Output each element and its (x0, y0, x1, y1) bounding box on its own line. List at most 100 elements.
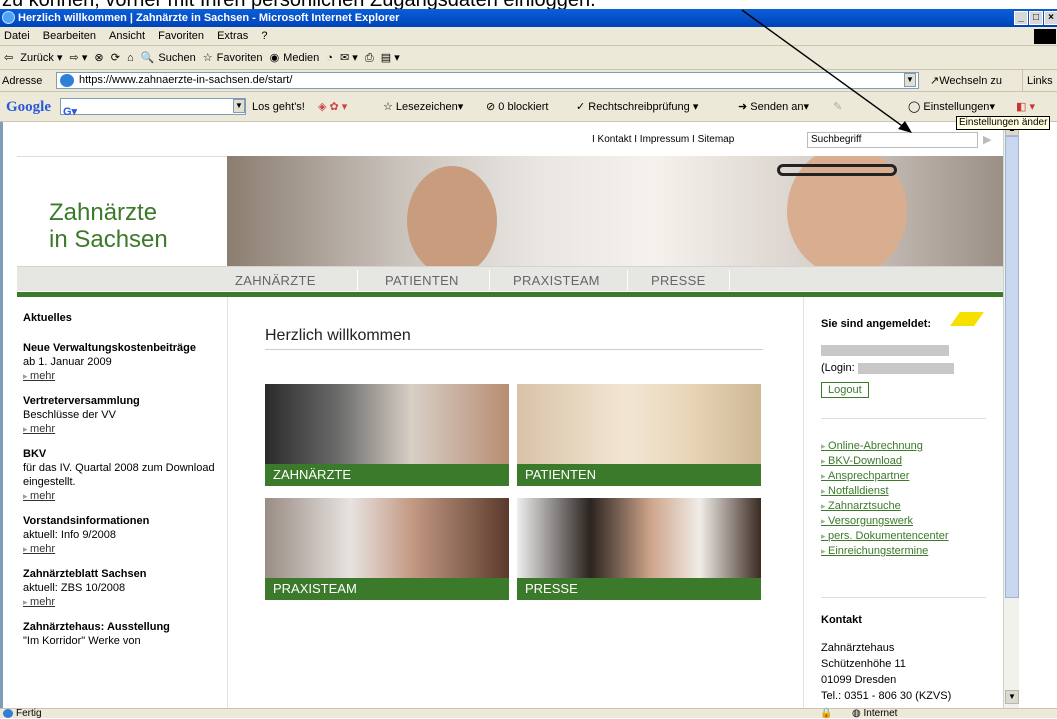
news-text: aktuell: Info 9/2008 (23, 529, 116, 541)
links-button[interactable]: Links (1022, 70, 1053, 92)
menu-bar: Datei Bearbeiten Ansicht Favoriten Extra… (0, 27, 1057, 46)
link-ansprechpartner[interactable]: Ansprechpartner (821, 469, 991, 484)
popup-blocker-button[interactable]: ⊘ 0 blockiert (486, 98, 548, 116)
nav-separator (729, 270, 730, 290)
home-icon[interactable]: ⌂ (127, 52, 134, 64)
news-more-link[interactable]: mehr (23, 423, 55, 435)
news-item: Neue Verwaltungskostenbeiträge ab 1. Jan… (23, 342, 223, 383)
standard-toolbar: ⇦ Zurück ▾ ⇨ ▾ ⊗ ⟳ ⌂ 🔍 Suchen ☆ Favoriten … (0, 46, 1057, 70)
menu-favoriten[interactable]: Favoriten (158, 30, 204, 42)
link-bkv-download[interactable]: BKV-Download (821, 454, 991, 469)
page-icon (60, 74, 74, 87)
google-go-button[interactable]: Los geht's! (252, 98, 305, 116)
news-text: Beschlüsse der VV (23, 409, 116, 421)
divider (821, 597, 986, 598)
news-item: BKV für das IV. Quartal 2008 zum Downloa… (23, 448, 223, 503)
tile-patienten[interactable]: PATIENTEN (517, 384, 761, 486)
menu-extras[interactable]: Extras (217, 30, 248, 42)
news-item: Zahnärztehaus: Ausstellung "Im Korridor"… (23, 621, 223, 648)
green-divider (17, 292, 1003, 297)
mail-icon[interactable]: ✉ ▾ (340, 52, 358, 64)
nav-zahnaerzte[interactable]: ZAHNÄRZTE (235, 273, 316, 288)
highlight-icon[interactable]: ✎ (833, 98, 842, 116)
site-search-go-icon[interactable]: ▶ (983, 133, 991, 146)
menu-help[interactable]: ? (261, 30, 267, 42)
print-icon[interactable]: ⎙ (365, 52, 374, 64)
link-einreichungstermine[interactable]: Einreichungstermine (821, 544, 991, 559)
menu-bearbeiten[interactable]: Bearbeiten (43, 30, 96, 42)
scroll-thumb[interactable] (1005, 136, 1019, 598)
back-button[interactable]: ⇦ Zurück ▾ (4, 52, 62, 64)
nav-separator (357, 270, 358, 290)
address-input[interactable]: https://www.zahnaerzte-in-sachsen.de/sta… (56, 72, 919, 89)
news-text: "Im Korridor" Werke von (23, 635, 141, 647)
site-search-input[interactable]: Suchbegriff (807, 132, 978, 148)
forward-button[interactable]: ⇨ ▾ (70, 52, 88, 64)
address-url: https://www.zahnaerzte-in-sachsen.de/sta… (79, 74, 293, 86)
search-label: Suchen (158, 52, 196, 64)
vertical-scrollbar[interactable]: ▲ ▼ (1003, 122, 1019, 708)
media-label: Medien (283, 52, 320, 64)
translate-icon[interactable]: ◧ ▾ (1016, 98, 1035, 116)
go-label: Wechseln zu (939, 75, 1002, 87)
news-text: ab 1. Januar 2009 (23, 356, 112, 368)
link-zahnarztsuche[interactable]: Zahnarztsuche (821, 499, 991, 514)
ie-logo-icon (2, 11, 15, 24)
close-button[interactable]: × (1044, 11, 1057, 25)
news-more-link[interactable]: mehr (23, 596, 55, 608)
stop-icon[interactable]: ⊗ (94, 52, 103, 64)
settings-button[interactable]: ◯ Einstellungen▾ (908, 98, 995, 116)
website: I Kontakt I Impressum I Sitemap Suchbegr… (17, 122, 1003, 708)
go-button[interactable]: ↗Wechseln zu (930, 70, 1002, 92)
menu-datei[interactable]: Datei (4, 30, 30, 42)
news-heading: Aktuelles (23, 312, 72, 324)
tile-label: PRAXISTEAM (265, 578, 509, 600)
news-more-link[interactable]: mehr (23, 543, 55, 555)
refresh-icon[interactable]: ⟳ (111, 52, 120, 64)
bookmarks-button[interactable]: ☆ Lesezeichen▾ (383, 98, 463, 116)
news-title: Vorstandsinformationen (23, 515, 150, 527)
scroll-down-icon[interactable]: ▼ (1005, 690, 1019, 704)
edit-icon[interactable]: ▤ ▾ (381, 52, 400, 64)
logout-button[interactable]: Logout (821, 382, 869, 398)
link-versorgungswerk[interactable]: Versorgungswerk (821, 514, 991, 529)
link-dokumentencenter[interactable]: pers. Dokumentencenter (821, 529, 991, 544)
contact-address: Zahnärztehaus Schützenhöhe 11 01099 Dres… (821, 640, 991, 704)
page-viewport: I Kontakt I Impressum I Sitemap Suchbegr… (0, 122, 1003, 708)
media-button[interactable]: ◉ Medien (270, 52, 320, 64)
nav-patienten[interactable]: PATIENTEN (385, 273, 459, 288)
nav-praxisteam[interactable]: PRAXISTEAM (513, 273, 600, 288)
tile-praxisteam[interactable]: PRAXISTEAM (265, 498, 509, 600)
tile-presse[interactable]: PRESSE (517, 498, 761, 600)
settings-label: Einstellungen (923, 101, 990, 113)
windows-logo-icon (1034, 29, 1056, 44)
google-logo: Google (6, 99, 51, 115)
username-redacted (821, 344, 949, 356)
site-logo[interactable]: Zahnärzte in Sachsen (17, 156, 227, 266)
tile-zahnaerzte[interactable]: ZAHNÄRZTE (265, 384, 509, 486)
link-notfalldienst[interactable]: Notfalldienst (821, 484, 991, 499)
google-search-dropdown-icon[interactable]: ▼ (233, 99, 245, 113)
google-search-input[interactable]: G▾ ▼ (60, 98, 246, 118)
window-title: Herzlich willkommen | Zahnärzte in Sachs… (18, 12, 400, 24)
address-dropdown-icon[interactable]: ▼ (904, 73, 916, 87)
google-icons[interactable]: ◈ ✿ ▾ (318, 98, 347, 116)
spellcheck-button[interactable]: ✓ Rechtschreibprüfung ▾ (576, 98, 698, 116)
favorites-button[interactable]: ☆ Favoriten (203, 52, 263, 64)
link-online-abrechnung[interactable]: Online-Abrechnung (821, 439, 991, 454)
send-button[interactable]: ➜ Senden an▾ (738, 98, 809, 116)
status-page-icon (3, 709, 13, 718)
nav-presse[interactable]: PRESSE (651, 273, 706, 288)
account-column: Sie sind angemeldet: (Login: Logout Onli… (821, 312, 991, 704)
menu-ansicht[interactable]: Ansicht (109, 30, 145, 42)
news-more-link[interactable]: mehr (23, 490, 55, 502)
news-more-link[interactable]: mehr (23, 370, 55, 382)
hero-glasses (777, 164, 897, 176)
tile-label: PATIENTEN (517, 464, 761, 486)
search-button[interactable]: 🔍 Suchen (141, 52, 196, 64)
top-links[interactable]: I Kontakt I Impressum I Sitemap (592, 134, 734, 145)
minimize-button[interactable]: _ (1014, 11, 1028, 25)
maximize-button[interactable]: □ (1029, 11, 1043, 25)
status-text: Fertig (16, 708, 42, 719)
history-icon[interactable]: ◔ (326, 52, 333, 64)
